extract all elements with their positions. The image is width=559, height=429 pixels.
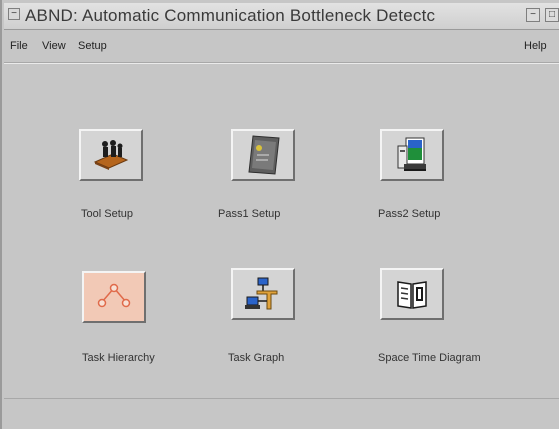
menu-help[interactable]: Help <box>524 40 547 52</box>
maximize-button[interactable]: □ <box>545 8 559 22</box>
menu-divider <box>4 62 559 64</box>
window-menu-button[interactable]: − <box>8 8 20 20</box>
pass2-setup-button[interactable] <box>380 129 444 181</box>
task-graph-label: Task Graph <box>228 352 285 364</box>
title-bar[interactable]: − ABND: Automatic Communication Bottlene… <box>4 3 559 30</box>
window-title: ABND: Automatic Communication Bottleneck… <box>25 6 436 25</box>
pass2-setup-label: Pass2 Setup <box>378 208 441 220</box>
pass1-setup-button[interactable] <box>231 129 295 181</box>
menu-view[interactable]: View <box>42 40 66 52</box>
computer-icon <box>397 137 426 171</box>
minimize-button[interactable]: − <box>526 8 540 22</box>
book-icon <box>397 281 427 309</box>
window-bottom-divider <box>4 398 559 399</box>
menu-bar: File View Setup Help <box>4 40 559 58</box>
tool-setup-label: Tool Setup <box>81 208 133 220</box>
tool-setup-button[interactable] <box>79 129 143 181</box>
pass1-setup-label: Pass1 Setup <box>218 208 281 220</box>
task-hierarchy-button[interactable] <box>82 271 146 323</box>
tree-icon <box>97 283 131 308</box>
space-time-diagram-label: Space Time Diagram <box>378 352 481 364</box>
app-window: − ABND: Automatic Communication Bottlene… <box>0 0 559 429</box>
device-icon <box>248 135 280 175</box>
network-icon <box>245 277 278 310</box>
task-graph-button[interactable] <box>231 268 295 320</box>
people-icon <box>93 140 129 170</box>
menu-file[interactable]: File <box>10 40 28 52</box>
space-time-diagram-button[interactable] <box>380 268 444 320</box>
menu-setup[interactable]: Setup <box>78 40 107 52</box>
task-hierarchy-label: Task Hierarchy <box>82 352 155 364</box>
